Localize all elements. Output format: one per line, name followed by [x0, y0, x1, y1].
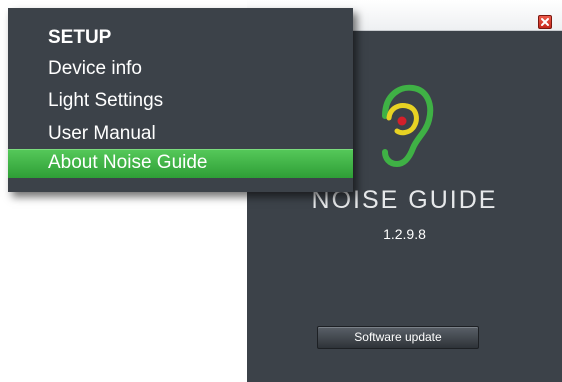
menu-item-light-settings[interactable]: Light Settings: [48, 90, 163, 112]
ear-logo-icon: [382, 84, 434, 168]
menu-item-device-info[interactable]: Device info: [48, 58, 142, 80]
software-update-button[interactable]: Software update: [317, 326, 479, 349]
menu-item-user-manual[interactable]: User Manual: [48, 123, 156, 145]
menu-title: SETUP: [48, 27, 112, 48]
close-icon[interactable]: [538, 15, 552, 29]
menu-item-about-noise-guide[interactable]: About Noise Guide: [8, 149, 353, 178]
app-version: 1.2.9.8: [383, 226, 426, 242]
setup-menu: SETUP Device info Light Settings User Ma…: [8, 8, 353, 192]
